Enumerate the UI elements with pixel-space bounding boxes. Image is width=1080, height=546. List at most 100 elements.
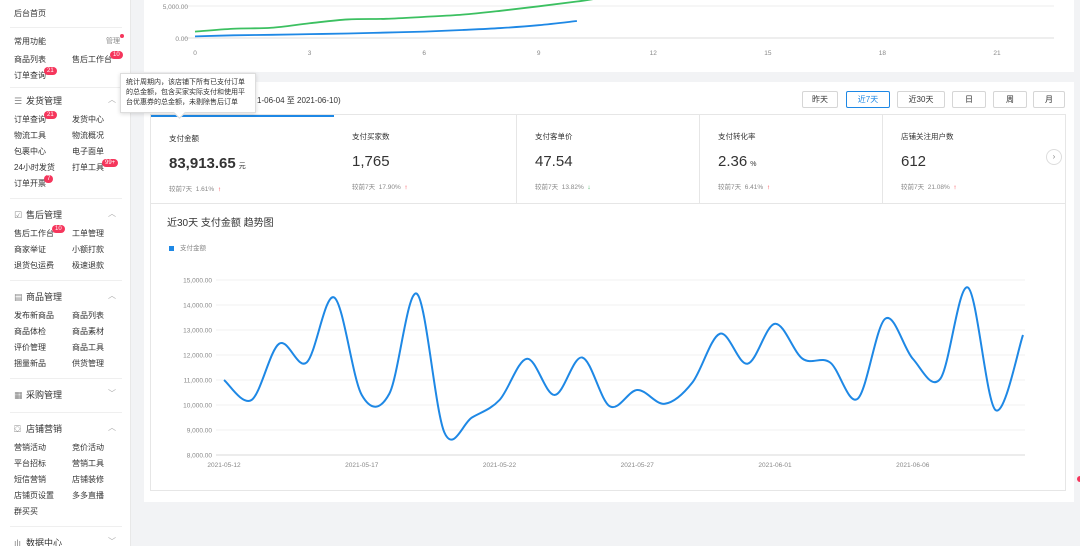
section-title: 发货管理 [26,96,63,106]
sidebar-item[interactable]: 电子面单 [72,146,104,157]
sidebar-item[interactable]: 发货中心 [72,114,104,125]
chevron-up-icon[interactable]: ︿ [108,94,116,105]
sidebar-item[interactable]: 商品工具 [72,342,104,353]
sidebar-item[interactable]: 商品体检 [14,326,46,337]
kpi-comparison: 较前7天 17.90% ↑ [352,181,408,191]
kpi-card-payment-amount[interactable]: 支付金额 83,913.65 元 较前7天 1.61% ↑ [151,115,334,203]
sidebar-item[interactable]: 群买买 [14,506,38,517]
compare-label: 较前7天 [718,184,742,191]
x-tick-label: 2021-06-01 [758,462,792,469]
kpi-value: 2.36% [718,153,756,170]
section-title: 售后管理 [26,210,63,220]
sidebar-item[interactable]: 商品素材 [72,326,104,337]
chevron-up-icon[interactable]: ︿ [108,208,116,219]
count-badge: 10 [110,51,123,59]
compare-label: 较前7天 [352,184,376,191]
sidebar-section-0[interactable]: ☰ 发货管理 ︿ [14,94,124,108]
chevron-right-icon[interactable]: › [1046,149,1062,165]
sidebar-item[interactable]: 物流概况 [72,130,104,141]
sidebar-item[interactable]: 物流工具 [14,130,46,141]
kpi-unit: 元 [238,163,246,170]
chevron-down-icon[interactable]: ﹀ [108,388,116,399]
sidebar-item[interactable]: 退货包运费 [14,260,54,271]
sidebar-item[interactable]: 竞价活动 [72,442,104,453]
arrow-down-icon: ↓ [587,184,591,191]
sidebar-item-aftersale-workbench[interactable]: 售后工作台10 [72,51,123,65]
sidebar-item[interactable]: 订单开票7 [14,175,54,189]
kpi-card-buyers[interactable]: 支付买家数 1,765 较前7天 17.90% ↑ [334,115,517,203]
period-button-month[interactable]: 月 [1033,91,1065,108]
sidebar-item[interactable]: 极速退款 [72,260,104,271]
sidebar-manage-link[interactable]: 管理 [106,34,124,46]
item-label: 物流概况 [72,131,104,140]
period-button-day[interactable]: 日 [952,91,986,108]
item-label: 营销工具 [72,459,104,468]
sidebar-item[interactable]: 商家举证 [14,244,46,255]
kpi-number: 612 [901,153,927,170]
item-label: 竞价活动 [72,443,104,452]
sidebar-item[interactable]: 工单管理 [72,228,104,239]
sidebar-item[interactable]: 售后工作台10 [14,225,65,239]
compare-label: 较前7天 [535,184,559,191]
compare-label: 较前7天 [901,184,925,191]
sidebar-item-order-query[interactable]: 订单查询21 [14,67,57,81]
item-label: 订单查询 [14,71,46,80]
sidebar-home-link[interactable]: 后台首页 [14,8,46,19]
chevron-up-icon[interactable]: ︿ [108,290,116,301]
item-label: 多多直播 [72,491,104,500]
section-title: 数据中心 [26,538,63,546]
item-label: 商品体检 [14,327,46,336]
kpi-comparison: 较前7天 1.61% ↑ [169,183,221,193]
sidebar-section-4[interactable]: ⛋ 店铺营销 ︿ [14,422,124,436]
sidebar-item[interactable]: 短信营销 [14,474,46,485]
sidebar-item[interactable]: 订单查询21 [14,111,57,125]
item-label: 售后工作台 [14,229,54,238]
kpi-card-followers[interactable]: 店铺关注用户数 612 较前7天 21.08% ↑ › [883,115,1065,203]
item-label: 评价管理 [14,343,46,352]
sidebar-item[interactable]: 平台招标 [14,458,46,469]
sidebar-item[interactable]: 打单工具99+ [72,159,119,173]
count-badge: 99+ [102,159,119,167]
period-button-yesterday[interactable]: 昨天 [802,91,838,108]
item-label: 发货中心 [72,115,104,124]
period-button-week[interactable]: 周 [993,91,1027,108]
divider [10,378,122,379]
item-label: 平台招标 [14,459,46,468]
sidebar-item[interactable]: 商品列表 [72,310,104,321]
sidebar-item[interactable]: 评价管理 [14,342,46,353]
trend-chart-box: 近30天 支付金额 趋势图 支付金额 15,000.00 14,000.00 13,… [150,202,1066,491]
chevron-up-icon[interactable]: ︿ [108,422,116,433]
sidebar-item[interactable]: 捆量新品 [14,358,46,369]
y-tick-label: 12,000.00 [183,353,212,360]
kpi-card-conversion[interactable]: 支付转化率 2.36% 较前7天 6.41% ↑ [700,115,883,203]
sidebar-section-3[interactable]: ▦ 采购管理 ﹀ [14,388,124,402]
sidebar-item[interactable]: 供货管理 [72,358,104,369]
sidebar-item[interactable]: 包裹中心 [14,146,46,157]
sidebar-item[interactable]: 多多直播 [72,490,104,501]
divider [10,526,122,527]
sidebar-item[interactable]: 小额打款 [72,244,104,255]
divider [10,412,122,413]
sidebar-item[interactable]: 24小时发货 [14,162,55,173]
item-label: 小额打款 [72,245,104,254]
sidebar-section-5[interactable]: ılı 数据中心 ﹀ [14,536,124,546]
sidebar-item[interactable]: 店铺页设置 [14,490,54,501]
kpi-card-avg-order[interactable]: 支付客单价 47.54 较前7天 13.82% ↓ [517,115,700,203]
chevron-down-icon[interactable]: ﹀ [108,536,116,546]
sidebar-section-2[interactable]: ▤ 商品管理 ︿ [14,290,124,304]
sidebar-row: 物流工具 物流概况 [14,130,124,142]
period-button-30days[interactable]: 近30天 [897,91,945,108]
notification-dot [120,34,124,38]
compare-value: 13.82% [561,184,584,191]
kpi-number: 1,765 [352,153,390,170]
series-line-green [194,0,594,33]
sidebar-item[interactable]: 发布新商品 [14,310,54,321]
sidebar-item[interactable]: 营销活动 [14,442,46,453]
sidebar-item[interactable]: 营销工具 [72,458,104,469]
item-label: 电子面单 [72,147,104,156]
sidebar-row: 平台招标 营销工具 [14,458,124,470]
period-button-7days[interactable]: 近7天 [846,91,890,108]
sidebar-item-product-list[interactable]: 商品列表 [14,54,46,65]
sidebar-section-1[interactable]: ☑ 售后管理 ︿ [14,208,124,222]
sidebar-item[interactable]: 店铺装修 [72,474,104,485]
